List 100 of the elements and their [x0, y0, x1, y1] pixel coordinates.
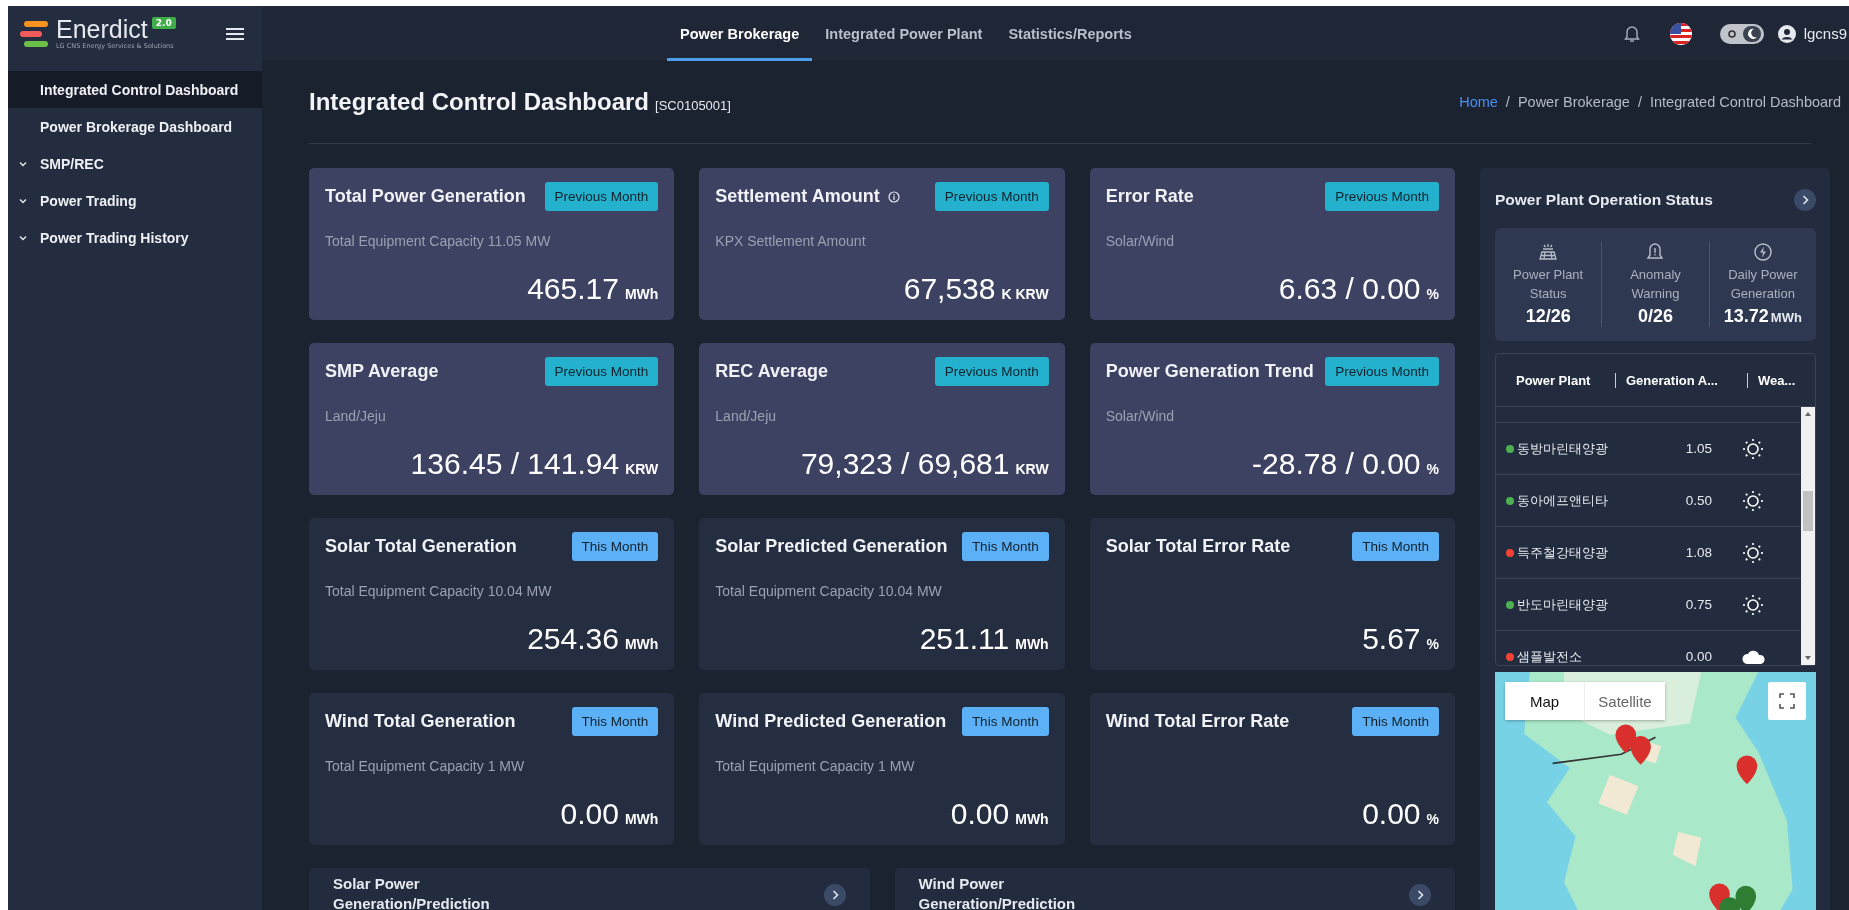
breadcrumb-link[interactable]: Integrated Control Dashboard [1649, 94, 1841, 110]
panel-title: Solar Power Generation/Prediction [333, 874, 491, 910]
solar-panel-icon [1538, 242, 1559, 262]
scroll-thumb[interactable] [1803, 491, 1813, 531]
plant-name: 반도마린태양광 [1517, 595, 1608, 614]
sidebar-item[interactable]: Integrated Control Dashboard [8, 71, 262, 108]
summary-label: Power Plant Status [1512, 266, 1585, 303]
card-subtitle: Total Equipment Capacity 10.04 MW [325, 583, 552, 599]
period-badge: This Month [1352, 707, 1439, 736]
card-value: -28.78 / 0.00 [1252, 447, 1421, 481]
value-unit: % [1426, 636, 1439, 652]
plant-name: 동아에프앤티타 [1517, 491, 1608, 510]
generation-value: 0.50 [1684, 493, 1712, 508]
summary-label: Anomaly Warning [1629, 266, 1682, 303]
scrollbar[interactable] [1801, 407, 1815, 665]
sidebar-item[interactable]: Power Trading History [8, 219, 262, 256]
card-subtitle: Solar/Wind [1105, 408, 1175, 424]
card-title: Wind Predicted Generation [715, 711, 947, 732]
sun-icon [1742, 437, 1764, 460]
card-value: 5.67 [1362, 622, 1421, 656]
cloud-icon [1742, 649, 1766, 664]
flag-icon[interactable] [1669, 22, 1692, 45]
period-badge: Previous Month [934, 357, 1049, 386]
card-title: Wind Total Error Rate [1105, 711, 1290, 732]
card-value: 0.00 [560, 797, 619, 831]
card-subtitle: Total Equipment Capacity 11.05 MW [325, 233, 551, 249]
breadcrumb-separator: / [1637, 94, 1642, 110]
value-unit: MWh [1015, 811, 1049, 827]
value-unit: % [1426, 811, 1439, 827]
generation-value: 0.75 [1684, 597, 1712, 612]
generation-value: 0.00 [1684, 649, 1712, 664]
breadcrumb-link[interactable]: Power Brokerage [1517, 94, 1630, 110]
period-badge: This Month [571, 532, 659, 561]
nav-tab[interactable]: Integrated Power Plant [812, 6, 996, 61]
fullscreen-icon [1779, 693, 1795, 709]
panel-title: Power Plant Operation Status [1495, 191, 1713, 209]
breadcrumb-link[interactable]: Home [1459, 94, 1498, 110]
column-header[interactable]: Wea... [1758, 372, 1796, 388]
card-title: Solar Total Generation [325, 536, 517, 557]
summary-label: Daily Power Generation [1727, 266, 1799, 303]
sun-icon [1742, 593, 1764, 616]
map-type-tab[interactable]: Map [1505, 682, 1585, 720]
card-title: Solar Total Error Rate [1105, 536, 1291, 557]
user-name[interactable]: lgcns9 [1803, 25, 1847, 42]
card-title: Settlement Amount [715, 186, 880, 207]
card-subtitle: Total Equipment Capacity 1 MW [715, 758, 915, 774]
card-subtitle: Total Equipment Capacity 10.04 MW [715, 583, 942, 599]
period-badge: Previous Month [934, 182, 1049, 211]
nav-tab[interactable]: Power Brokerage [667, 6, 813, 61]
map-type-tab[interactable]: Satellite [1585, 682, 1665, 720]
value-unit: MWh [1015, 636, 1049, 652]
value-unit: MWh [624, 286, 659, 302]
column-header[interactable]: Power Plant [1496, 372, 1616, 388]
info-icon[interactable] [887, 190, 900, 203]
plant-name: 샘플발전소 [1517, 647, 1582, 665]
card-value: 136.45 / 141.94 [410, 447, 620, 481]
scroll-down-icon[interactable] [1804, 655, 1812, 661]
next-icon[interactable] [1409, 884, 1431, 906]
sidebar-item[interactable]: Power Trading [8, 182, 262, 219]
sidebar-item[interactable]: Power Brokerage Dashboard [8, 108, 262, 145]
moon-icon [1745, 27, 1758, 40]
sun-icon [1742, 541, 1764, 564]
plant-name: 득주철강태양광 [1517, 543, 1608, 562]
bell-icon[interactable] [1623, 24, 1640, 43]
card-subtitle: Total Equipment Capacity 1 MW [325, 758, 525, 774]
value-unit: % [1426, 286, 1439, 302]
card-title: Wind Total Generation [325, 711, 516, 732]
card-title: REC Average [715, 361, 829, 382]
period-badge: Previous Month [1325, 357, 1439, 386]
period-badge: This Month [1352, 532, 1439, 561]
card-title: Power Generation Trend [1105, 361, 1314, 382]
value-unit: MWh [624, 636, 659, 652]
page-title: Integrated Control Dashboard [309, 88, 650, 116]
period-badge: Previous Month [1325, 182, 1439, 211]
summary-value: 12/26 [1525, 306, 1571, 327]
card-value: 6.63 / 0.00 [1278, 272, 1421, 306]
summary-value: 0/26 [1637, 306, 1673, 327]
user-icon[interactable] [1777, 24, 1796, 43]
card-value: 67,538 [903, 272, 996, 306]
theme-toggle[interactable] [1719, 23, 1764, 44]
card-title: Total Power Generation [325, 186, 526, 207]
version-badge: 2.0 [151, 17, 176, 29]
period-badge: This Month [961, 707, 1049, 736]
nav-tab[interactable]: Statistics/Reports [995, 6, 1145, 61]
next-icon[interactable] [1794, 189, 1816, 211]
value-unit: MWh [624, 811, 659, 827]
value-unit: K KRW [1001, 286, 1049, 302]
sidebar-item[interactable]: SMP/REC [8, 145, 262, 182]
menu-icon[interactable] [226, 26, 244, 41]
scroll-up-icon[interactable] [1804, 411, 1812, 417]
value-unit: KRW [625, 461, 659, 477]
generation-value: 1.05 [1684, 441, 1712, 456]
period-badge: Previous Month [544, 357, 659, 386]
fullscreen-button[interactable] [1768, 682, 1806, 720]
plant-name: 동방마린태양광 [1517, 439, 1608, 458]
column-header[interactable]: Generation A... [1626, 372, 1748, 388]
next-icon[interactable] [823, 884, 846, 906]
card-title: SMP Average [325, 361, 439, 382]
card-value: 0.00 [1362, 797, 1421, 831]
card-value: 251.11 [919, 622, 1010, 656]
